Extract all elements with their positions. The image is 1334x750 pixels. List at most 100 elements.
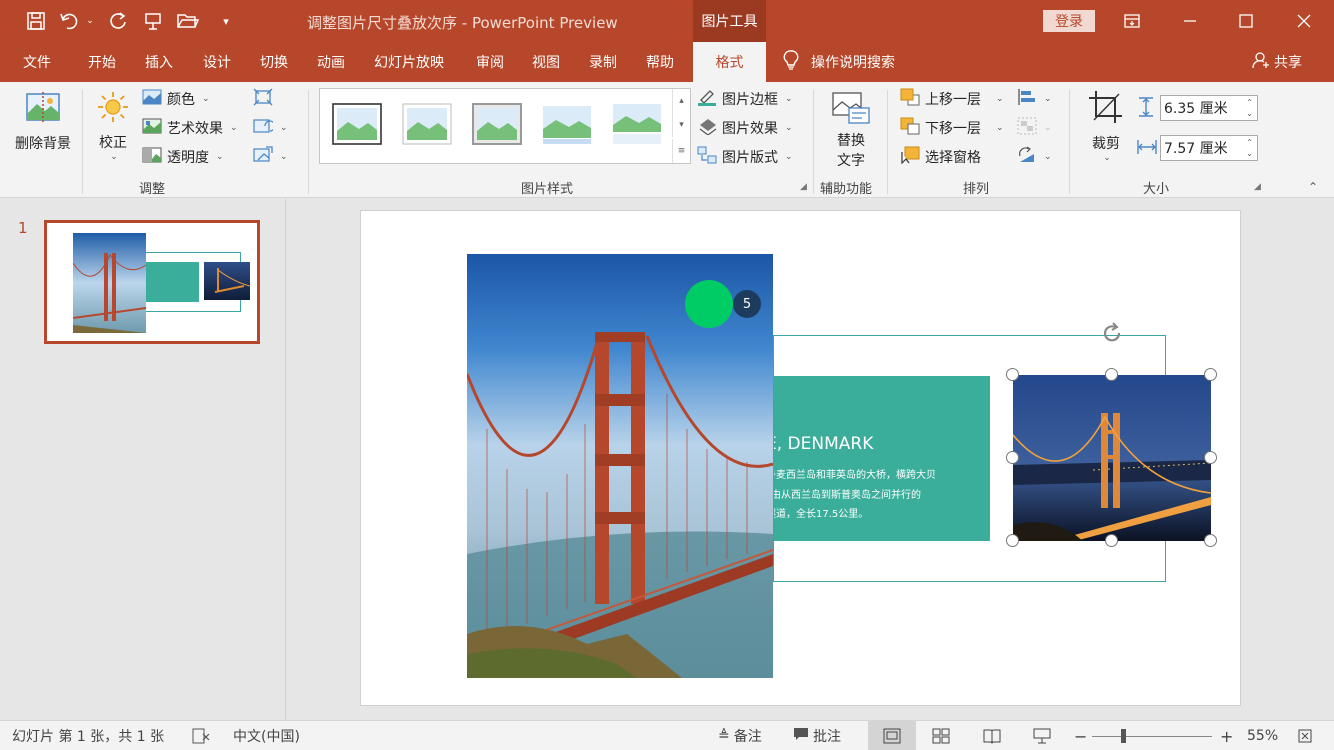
accessibility-check-icon[interactable] (192, 721, 210, 750)
resize-handle-ne[interactable] (1204, 368, 1217, 381)
tell-me-search[interactable]: 操作说明搜索 (783, 42, 895, 82)
fit-slide-icon[interactable] (1297, 721, 1313, 750)
change-picture-button[interactable]: ⌄ (253, 117, 288, 139)
picture-style-thumb[interactable] (472, 103, 522, 145)
remove-background-button[interactable]: 删除背景 (10, 90, 76, 153)
save-icon[interactable] (24, 9, 48, 33)
tab-review[interactable]: 审阅 (476, 42, 504, 82)
picture-style-thumb[interactable] (332, 103, 382, 145)
customize-qat-icon[interactable]: ▾ (214, 9, 238, 33)
collapse-ribbon-icon[interactable]: ⌃ (1308, 180, 1318, 194)
chevron-down-icon: ⌄ (996, 123, 1004, 133)
artistic-effects-button[interactable]: 艺术效果 ⌄ (142, 117, 238, 139)
close-icon[interactable] (1276, 0, 1332, 42)
align-button[interactable]: ⌄ (1017, 88, 1052, 110)
alt-text-button[interactable]: 替换 文字 (826, 92, 876, 170)
picture-layout-label: 图片版式 (722, 150, 778, 166)
picture-styles-launcher-icon[interactable]: ◢ (800, 182, 807, 192)
slide-canvas[interactable]: E, DENMARK 丹麦西兰岛和菲英岛的大桥，横跨大贝 由从西兰岛到斯普奥岛之… (360, 210, 1241, 706)
selection-pane-button[interactable]: 选择窗格 (900, 146, 981, 168)
resize-handle-e[interactable] (1204, 451, 1217, 464)
ribbon-display-options-icon[interactable] (1104, 0, 1160, 42)
comments-button[interactable]: 批注 (793, 721, 841, 750)
slide-thumbnail[interactable] (44, 220, 260, 344)
resize-handle-se[interactable] (1204, 534, 1217, 547)
language-indicator[interactable]: 中文(中国) (233, 721, 300, 750)
height-icon (1136, 96, 1156, 122)
maximize-icon[interactable] (1218, 0, 1274, 42)
tab-help[interactable]: 帮助 (646, 42, 674, 82)
bridge-photo-right-selected[interactable] (1013, 375, 1211, 541)
gallery-more-icon[interactable]: ≡ (672, 139, 690, 163)
tab-design[interactable]: 设计 (203, 42, 231, 82)
slide-sorter-view-icon[interactable] (932, 721, 950, 750)
rotate-handle-icon[interactable] (1099, 320, 1125, 346)
tab-slideshow[interactable]: 幻灯片放映 (374, 42, 444, 82)
resize-handle-w[interactable] (1006, 451, 1019, 464)
resize-handle-s[interactable] (1105, 534, 1118, 547)
crop-button[interactable]: 裁剪 ⌄ (1084, 90, 1128, 163)
picture-layout-button[interactable]: 图片版式 ⌄ (697, 146, 793, 168)
remove-background-label: 删除背景 (15, 136, 71, 152)
tab-view[interactable]: 视图 (532, 42, 560, 82)
redo-icon[interactable] (106, 9, 130, 33)
tab-animations[interactable]: 动画 (317, 42, 345, 82)
slide-number: 1 (18, 219, 28, 237)
minimize-icon[interactable] (1162, 0, 1218, 42)
present-icon[interactable] (141, 9, 165, 33)
width-input[interactable]: 7.57 厘米 ⌃ ⌄ (1160, 135, 1258, 161)
tab-record[interactable]: 录制 (589, 42, 617, 82)
rotate-button[interactable]: ⌄ (1017, 146, 1052, 168)
send-backward-button[interactable]: 下移一层 ⌄ (900, 117, 1004, 139)
undo-icon[interactable] (58, 9, 82, 33)
normal-view-icon[interactable] (868, 721, 916, 750)
picture-style-thumb[interactable] (612, 103, 662, 145)
bring-forward-button[interactable]: 上移一层 ⌄ (900, 88, 1004, 110)
gallery-scroll-down-icon[interactable]: ▾ (672, 113, 690, 137)
zoom-level[interactable]: 55% (1247, 721, 1278, 750)
undo-dropdown-icon[interactable]: ⌄ (84, 9, 96, 33)
color-button[interactable]: 颜色 ⌄ (142, 88, 210, 110)
corrections-button[interactable]: 校正 ⌄ (92, 90, 134, 162)
chevron-down-icon: ⌄ (202, 94, 210, 104)
resize-handle-nw[interactable] (1006, 368, 1019, 381)
picture-style-thumb[interactable] (542, 103, 592, 145)
zoom-in-icon[interactable]: + (1220, 721, 1233, 750)
picture-effects-button[interactable]: 图片效果 ⌄ (697, 117, 793, 139)
gallery-scroll-up-icon[interactable]: ▴ (672, 89, 690, 113)
transparency-button[interactable]: 透明度 ⌄ (142, 146, 224, 168)
picture-styles-gallery[interactable]: ▴ ▾ ≡ (319, 88, 691, 164)
zoom-slider-track[interactable] (1092, 736, 1212, 737)
slideshow-view-icon[interactable] (1033, 721, 1051, 750)
accessibility-group-label: 辅助功能 (820, 182, 873, 197)
zoom-slider-thumb[interactable] (1121, 729, 1126, 743)
reading-view-icon[interactable] (983, 721, 1001, 750)
tab-format[interactable]: 格式 (693, 42, 766, 82)
open-folder-icon[interactable] (176, 9, 200, 33)
width-icon (1136, 137, 1158, 161)
picture-style-thumb[interactable] (402, 103, 452, 145)
tab-transitions[interactable]: 切换 (260, 42, 288, 82)
resize-handle-n[interactable] (1105, 368, 1118, 381)
share-button[interactable]: 共享 (1252, 42, 1302, 82)
selection-pane-label: 选择窗格 (925, 150, 981, 166)
height-input[interactable]: 6.35 厘米 ⌃ ⌄ (1160, 95, 1258, 121)
notes-button[interactable]: ≜ 备注 (718, 721, 762, 750)
size-group-label: 大小 (1143, 182, 1170, 197)
selection-pane-icon (900, 146, 920, 168)
menu-bar: 文件 开始 插入 设计 切换 动画 幻灯片放映 审阅 视图 录制 帮助 格式 操… (0, 42, 1334, 82)
slide-thumbnail-pane: 1 (0, 199, 286, 720)
login-button[interactable]: 登录 (1043, 10, 1095, 32)
resize-handle-sw[interactable] (1006, 534, 1019, 547)
picture-border-button[interactable]: 图片边框 ⌄ (697, 88, 793, 110)
width-spinner-icon[interactable]: ⌃ ⌄ (1246, 137, 1253, 159)
tab-insert[interactable]: 插入 (145, 42, 173, 82)
height-spinner-icon[interactable]: ⌃ ⌄ (1246, 97, 1253, 119)
reset-picture-button[interactable]: ⌄ (253, 146, 288, 168)
corrections-label: 校正 (99, 135, 127, 151)
tab-home[interactable]: 开始 (88, 42, 116, 82)
compress-pictures-button[interactable] (253, 88, 273, 110)
zoom-out-icon[interactable]: − (1074, 721, 1087, 750)
tab-file[interactable]: 文件 (23, 42, 51, 82)
size-launcher-icon[interactable]: ◢ (1254, 182, 1261, 192)
